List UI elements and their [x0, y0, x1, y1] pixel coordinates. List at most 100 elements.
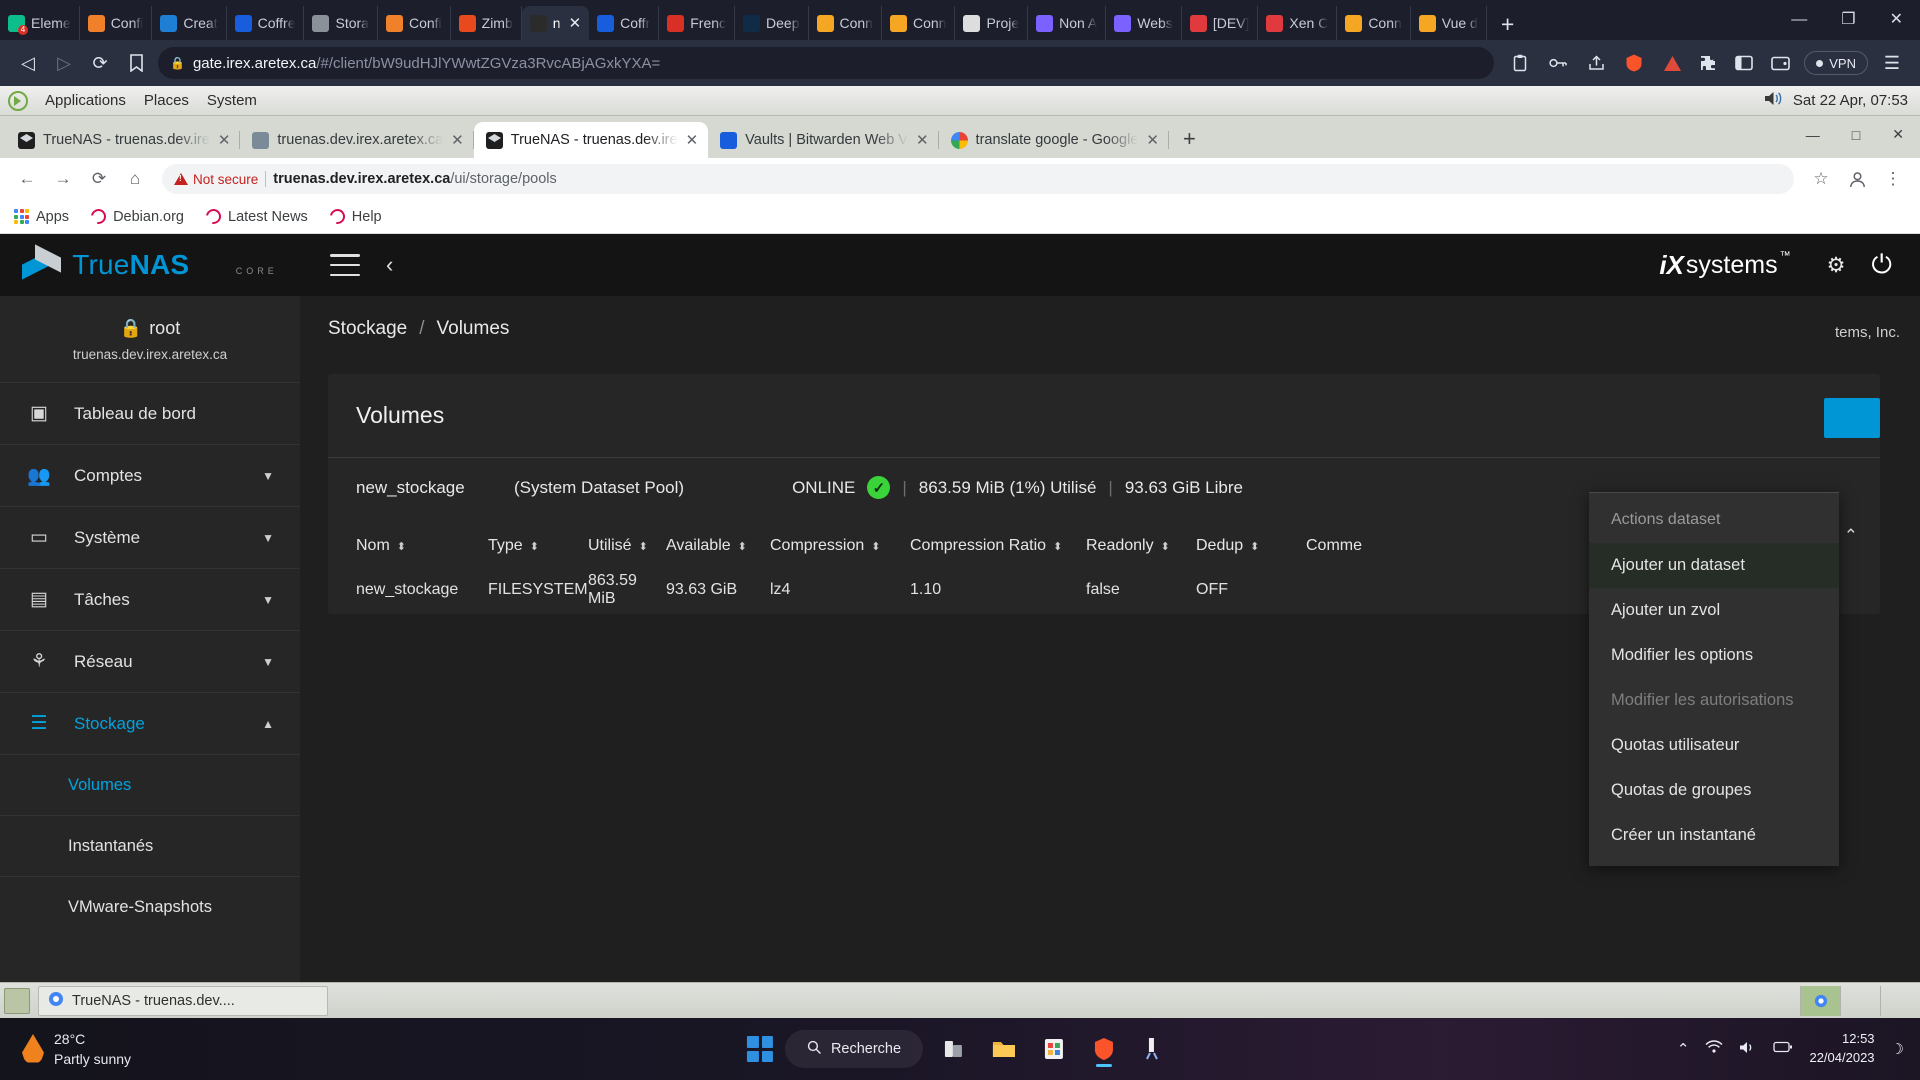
- chrome-new-tab-button[interactable]: +: [1169, 126, 1210, 158]
- column-header-utilise[interactable]: Utilisé ⬍: [588, 537, 666, 555]
- brave-address-bar[interactable]: 🔒 gate.irex.aretex.ca/#/client/bW9udHJlY…: [158, 47, 1495, 79]
- brave-maximize-button[interactable]: ❐: [1824, 0, 1872, 40]
- brave-tab[interactable]: Confi: [378, 6, 451, 40]
- mate-clock[interactable]: Sat 22 Apr, 07:53: [1793, 92, 1908, 109]
- column-header-type[interactable]: Type ⬍: [488, 537, 588, 555]
- chrome-omnibox[interactable]: Not secure truenas.dev.irex.aretex.ca/ui…: [162, 164, 1794, 194]
- chrome-tab[interactable]: Vaults | Bitwarden Web V ✕: [708, 122, 939, 158]
- column-header-available[interactable]: Available ⬍: [666, 537, 770, 555]
- brave-tab[interactable]: Coffr: [589, 6, 660, 40]
- back-icon[interactable]: ←: [10, 164, 44, 194]
- brave-tab[interactable]: Frenc: [659, 6, 736, 40]
- mate-menu-system[interactable]: System: [198, 92, 266, 109]
- chrome-maximize-button[interactable]: □: [1836, 117, 1876, 153]
- windows-start-icon[interactable]: [746, 1036, 773, 1062]
- brave-tab[interactable]: Confi: [80, 6, 153, 40]
- brave-tab-close-icon[interactable]: ✕: [569, 14, 582, 32]
- column-header-compression[interactable]: Compression ⬍: [770, 537, 910, 555]
- column-header-nom[interactable]: Nom ⬍: [356, 537, 488, 555]
- wallet-icon[interactable]: [1762, 46, 1798, 80]
- chevron-down-icon[interactable]: ▼: [262, 531, 274, 545]
- back-icon[interactable]: ◁: [10, 46, 46, 80]
- menu-item-ajouter-un-zvol[interactable]: Ajouter un zvol: [1589, 588, 1839, 633]
- bookmark-apps[interactable]: Apps: [14, 209, 69, 225]
- clipboard-icon[interactable]: [1502, 46, 1538, 80]
- chevron-down-icon[interactable]: ▼: [262, 593, 274, 607]
- brave-tab[interactable]: Non A: [1028, 6, 1107, 40]
- chrome-tab-close-icon[interactable]: ✕: [218, 131, 231, 149]
- vpn-status-button[interactable]: VPN: [1804, 51, 1868, 75]
- brave-tab[interactable]: Proje: [955, 6, 1029, 40]
- workspace-1[interactable]: [1800, 985, 1840, 1016]
- show-desktop-icon[interactable]: [4, 987, 30, 1014]
- sidebar-subitem-vmware-snapshots[interactable]: VMware-Snapshots: [0, 876, 300, 937]
- taskbar-search-box[interactable]: Recherche: [784, 1030, 924, 1068]
- brave-tab[interactable]: Xen C: [1258, 6, 1338, 40]
- chrome-tab[interactable]: truenas.dev.irex.aretex.ca ✕: [240, 122, 475, 158]
- sidebar-toggle-icon[interactable]: [1726, 46, 1762, 80]
- share-icon[interactable]: [1578, 46, 1614, 80]
- workspace-2[interactable]: [1840, 985, 1880, 1016]
- chrome-minimize-button[interactable]: —: [1790, 117, 1836, 153]
- brave-tab[interactable]: Conn: [1337, 6, 1411, 40]
- brave-lion-icon[interactable]: [1616, 46, 1652, 80]
- chevron-down-icon[interactable]: ▼: [262, 469, 274, 483]
- brave-tab[interactable]: Conn: [809, 6, 882, 40]
- bookmark-debian[interactable]: Debian.org: [88, 206, 184, 227]
- column-header-compression-ratio[interactable]: Compression Ratio ⬍: [910, 537, 1086, 555]
- key-icon[interactable]: [1540, 46, 1576, 80]
- chrome-tab[interactable]: translate google - Google ✕: [939, 122, 1170, 158]
- sidebar-subitem-volumes[interactable]: Volumes: [0, 754, 300, 815]
- brave-tab[interactable]: n ✕: [521, 6, 590, 40]
- chrome-tab-close-icon[interactable]: ✕: [1146, 131, 1159, 149]
- mate-menu-applications[interactable]: Applications: [36, 92, 135, 109]
- chrome-tab[interactable]: TrueNAS - truenas.dev.ire ✕: [473, 122, 709, 158]
- forward-icon[interactable]: →: [46, 164, 80, 194]
- brave-tab[interactable]: Zimb: [451, 6, 522, 40]
- bookmark-help[interactable]: Help: [326, 206, 382, 227]
- mate-menu-places[interactable]: Places: [135, 92, 198, 109]
- folder-icon[interactable]: [985, 1030, 1023, 1068]
- chrome-close-button[interactable]: ✕: [1876, 116, 1920, 153]
- chevron-left-icon[interactable]: ‹: [386, 252, 393, 278]
- sidebar-item-tableau-de-bord[interactable]: ▣ Tableau de bord: [0, 382, 300, 444]
- brave-new-tab-button[interactable]: +: [1487, 13, 1528, 40]
- moon-icon[interactable]: ☽: [1891, 1040, 1904, 1058]
- store-icon[interactable]: [1035, 1030, 1073, 1068]
- brave-tab[interactable]: [DEV]: [1182, 6, 1259, 40]
- chevron-up-icon[interactable]: ⌃: [1844, 526, 1858, 546]
- sidebar-subitem-instantan-s[interactable]: Instantanés: [0, 815, 300, 876]
- mate-logo-icon[interactable]: [8, 90, 28, 111]
- brave-tab[interactable]: Conn: [882, 6, 956, 40]
- chrome-tab-close-icon[interactable]: ✕: [451, 131, 464, 149]
- brave-tab[interactable]: Deep: [735, 6, 809, 40]
- bookmark-latest-news[interactable]: Latest News: [203, 206, 308, 227]
- brave-minimize-button[interactable]: —: [1774, 0, 1824, 40]
- weather-widget[interactable]: 28°C Partly sunny: [0, 1029, 131, 1070]
- brave-icon[interactable]: [1085, 1030, 1123, 1068]
- chrome-tab-close-icon[interactable]: ✕: [916, 131, 929, 149]
- star-icon[interactable]: ☆: [1804, 164, 1838, 194]
- snipping-tool-icon[interactable]: [1135, 1030, 1173, 1068]
- menu-item-quotas-utilisateur[interactable]: Quotas utilisateur: [1589, 723, 1839, 768]
- brave-tab[interactable]: Stora: [304, 6, 378, 40]
- window-list-button[interactable]: TrueNAS - truenas.dev....: [38, 985, 328, 1016]
- workspace-3[interactable]: [1880, 985, 1920, 1016]
- menu-item-modifier-les-options[interactable]: Modifier les options: [1589, 633, 1839, 678]
- forward-icon[interactable]: ▷: [46, 46, 82, 80]
- menu-item-quotas-de-groupes[interactable]: Quotas de groupes: [1589, 768, 1839, 813]
- hamburger-menu-icon[interactable]: [330, 254, 360, 276]
- home-icon[interactable]: ⌂: [118, 164, 152, 194]
- file-explorer-icon[interactable]: [935, 1030, 973, 1068]
- hamburger-menu-icon[interactable]: ☰: [1874, 46, 1910, 80]
- extensions-puzzle-icon[interactable]: [1690, 46, 1726, 80]
- brave-tab[interactable]: 4 Eleme: [0, 6, 80, 40]
- settings-gear-icon[interactable]: ⚙: [1827, 253, 1846, 278]
- profile-avatar-icon[interactable]: [1840, 164, 1874, 194]
- bookmark-icon[interactable]: [118, 46, 154, 80]
- menu-item-cr-er-un-instantan-[interactable]: Créer un instantané: [1589, 813, 1839, 858]
- pool-actions-button[interactable]: [1824, 398, 1880, 438]
- taskbar-clock[interactable]: 12:53 22/04/2023: [1809, 1030, 1874, 1068]
- column-header-dedup[interactable]: Dedup ⬍: [1196, 537, 1306, 555]
- brave-tab[interactable]: Creat: [152, 6, 227, 40]
